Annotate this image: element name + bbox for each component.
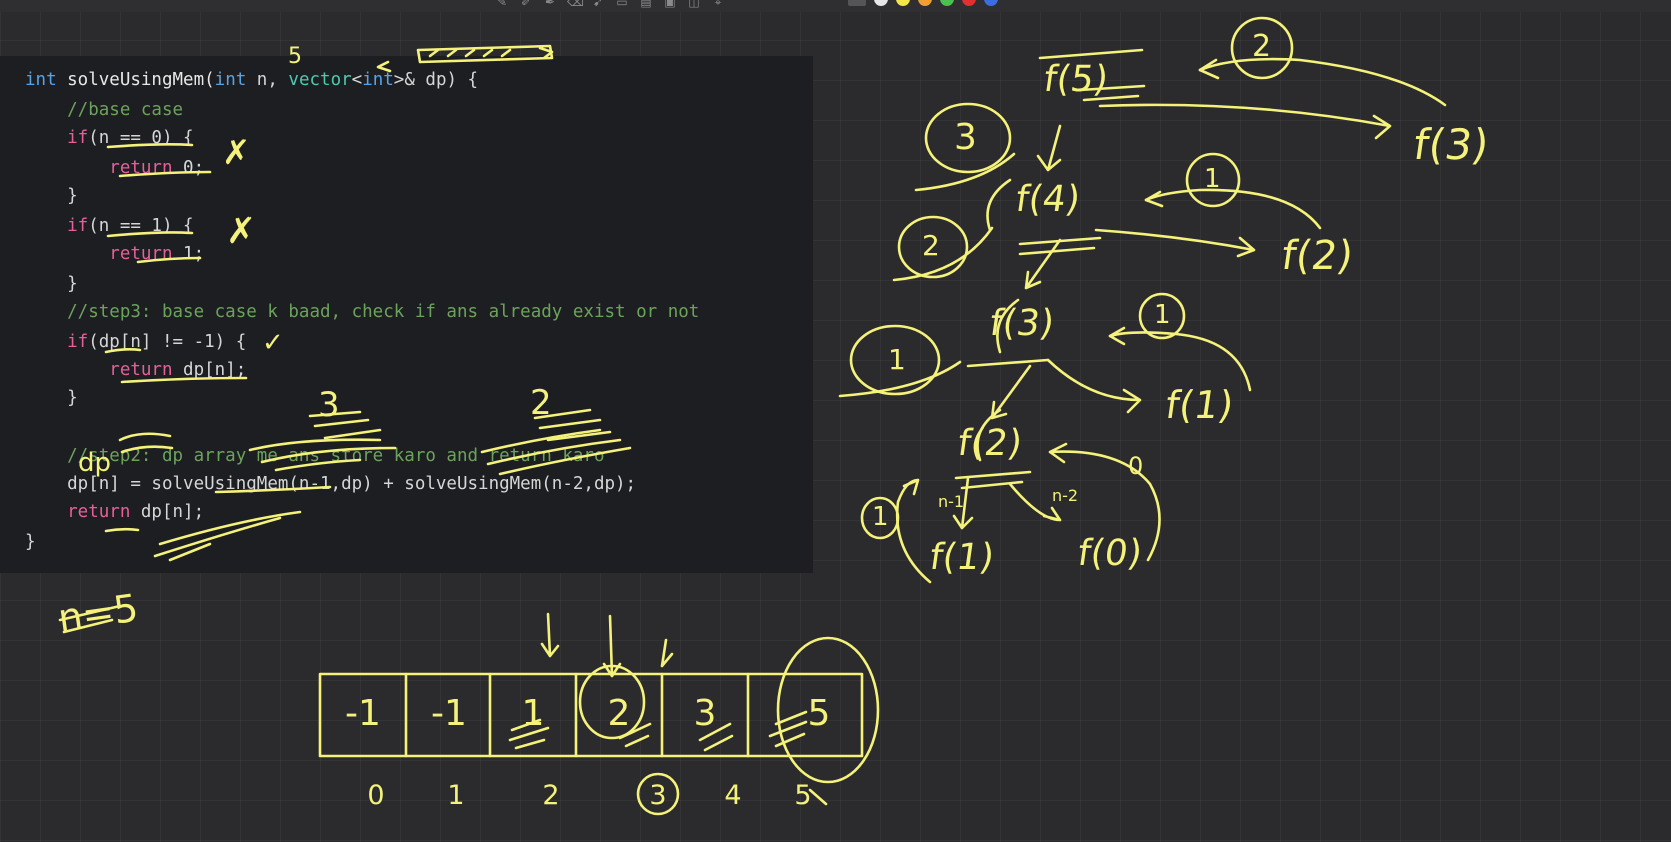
dp-cell-1: -1 <box>431 692 467 734</box>
dp-index-2: 2 <box>542 780 560 811</box>
returned-value-f1-left: 1 <box>872 502 889 532</box>
dp-scribble-note: dp <box>78 448 112 478</box>
scribble-value-3: 3 <box>318 385 340 425</box>
dp-cell-4: 3 <box>693 692 717 734</box>
dp-index-1: 1 <box>447 780 465 811</box>
call-f1-right: f(1) <box>1162 383 1237 427</box>
returned-value-f3-right: 2 <box>1252 29 1272 64</box>
call-f3: f(3) <box>987 303 1057 344</box>
call-f5: f(5) <box>1041 59 1111 100</box>
dp-index-3: 3 <box>649 780 667 811</box>
returned-value-f2: 1 <box>888 343 906 376</box>
dp-cell-2: 1 <box>521 692 545 734</box>
cross-mark-2: ✗ <box>226 211 257 252</box>
returned-value-f4: 3 <box>954 117 977 158</box>
returned-value-f3: 2 <box>922 229 940 262</box>
returned-value-f2-right: 1 <box>1204 164 1221 194</box>
dp-cell-5: 5 <box>807 692 831 734</box>
edge-label-n-1: n-1 <box>938 492 965 511</box>
cross-mark-1: ✗ <box>222 133 251 173</box>
dp-cell-3: 2 <box>607 692 631 734</box>
call-f2: f(2) <box>955 423 1025 464</box>
n-equals-label: n=5 <box>55 585 141 641</box>
dp-index-0: 0 <box>367 780 385 811</box>
check-mark: ✓ <box>262 328 284 358</box>
dp-cell-0: -1 <box>345 692 381 734</box>
param-value-note: 5 <box>288 44 302 69</box>
call-f1-left: f(1) <box>927 537 997 578</box>
call-f2-right: f(2) <box>1278 233 1356 279</box>
recursion-tree-strokes <box>838 16 1447 584</box>
call-f3-right: f(3) <box>1410 120 1492 169</box>
scribble-value-2: 2 <box>530 383 552 423</box>
returned-value-f1-right: 1 <box>1154 300 1171 330</box>
dp-index-5: 5 <box>794 780 812 811</box>
call-f4: f(4) <box>1013 179 1083 220</box>
edge-label-n-2: n-2 <box>1052 486 1079 505</box>
returned-value-f0: 0 <box>1128 452 1144 480</box>
code-annotation-strokes <box>58 44 632 634</box>
call-f0: f(0) <box>1075 533 1145 574</box>
